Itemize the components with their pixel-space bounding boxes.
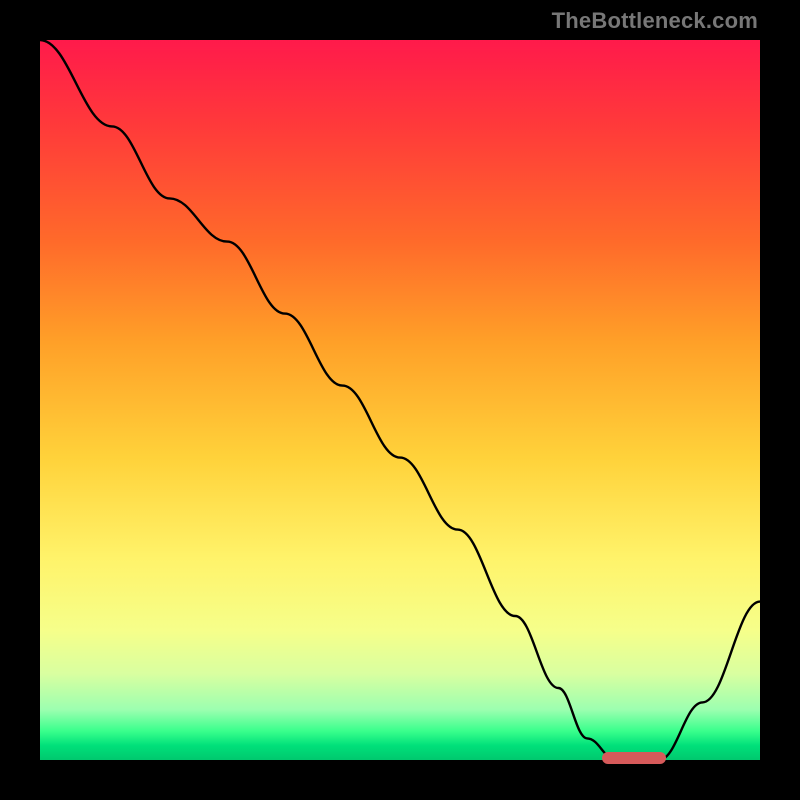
optimal-range-marker bbox=[602, 752, 667, 764]
bottleneck-curve bbox=[40, 40, 760, 760]
plot-area bbox=[40, 40, 760, 760]
watermark: TheBottleneck.com bbox=[552, 8, 758, 34]
curve-layer bbox=[40, 40, 760, 760]
chart-frame: TheBottleneck.com bbox=[0, 0, 800, 800]
